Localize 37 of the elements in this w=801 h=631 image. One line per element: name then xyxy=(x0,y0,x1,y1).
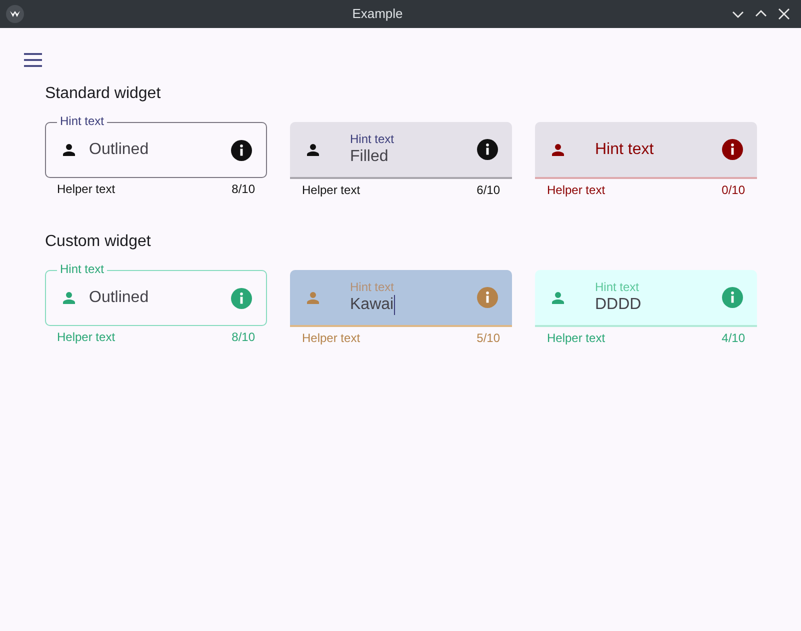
hint-label: Hint text xyxy=(350,280,396,294)
text-field[interactable]: Hint text Kawai xyxy=(290,270,512,327)
character-counter: 8/10 xyxy=(232,329,255,345)
helper-text: Helper text xyxy=(57,181,116,197)
character-counter: 6/10 xyxy=(476,182,500,198)
window-title: Example xyxy=(351,5,404,24)
field-value: Outlined xyxy=(89,288,149,308)
character-counter: 8/10 xyxy=(232,181,255,197)
field-value: Outlined xyxy=(89,140,149,160)
text-field[interactable]: Hint text Filled xyxy=(290,122,512,179)
section-title: Custom widget xyxy=(45,232,152,252)
field-value: DDDD xyxy=(595,294,642,314)
character-counter: 0/10 xyxy=(722,182,745,198)
menu-icon[interactable] xyxy=(23,52,43,68)
field-value: Filled xyxy=(350,146,388,166)
person-icon xyxy=(60,289,78,307)
info-icon[interactable] xyxy=(477,139,498,160)
hint-label: Hint text xyxy=(350,132,396,146)
info-icon[interactable] xyxy=(231,140,252,160)
text-field[interactable]: Hint text DDDD xyxy=(535,270,757,327)
text-cursor xyxy=(394,294,395,314)
text-field[interactable]: Hint text xyxy=(535,122,757,179)
placeholder-text: Hint text xyxy=(595,140,654,160)
info-icon[interactable] xyxy=(722,139,743,160)
field-value: Kawai xyxy=(350,294,394,314)
helper-text: Helper text xyxy=(57,329,116,345)
app-logo-icon xyxy=(6,5,24,23)
character-counter: 4/10 xyxy=(722,330,745,346)
helper-text: Helper text xyxy=(547,182,606,198)
close-icon[interactable] xyxy=(777,7,791,21)
character-counter: 5/10 xyxy=(476,330,500,346)
helper-text: Helper text xyxy=(302,330,360,346)
helper-text: Helper text xyxy=(547,330,606,346)
section-title: Standard widget xyxy=(45,84,162,104)
person-icon xyxy=(60,141,78,159)
hint-label: Hint text xyxy=(595,280,640,294)
helper-text: Helper text xyxy=(302,182,360,198)
